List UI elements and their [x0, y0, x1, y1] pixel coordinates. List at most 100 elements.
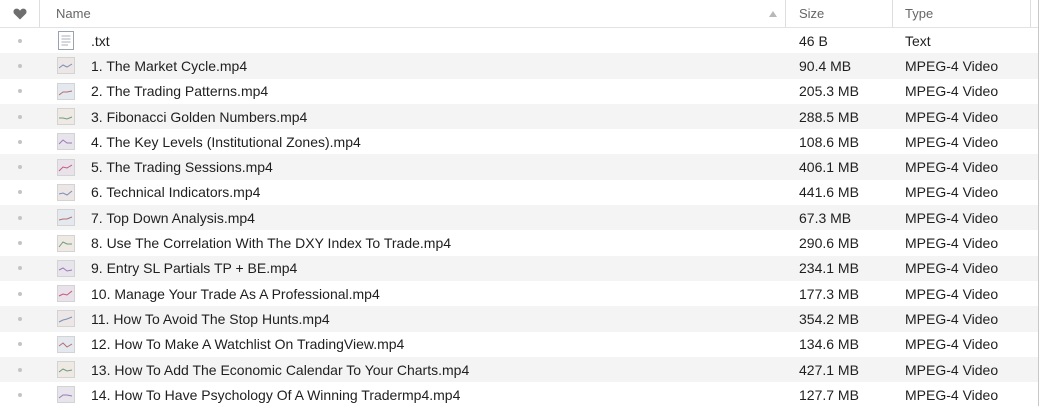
- video-thumbnail-icon: [57, 158, 75, 177]
- file-type-cell: MPEG-4 Video: [893, 79, 1031, 104]
- size-column-header[interactable]: Size: [786, 0, 893, 27]
- file-name-cell[interactable]: 3. Fibonacci Golden Numbers.mp4: [40, 104, 786, 129]
- file-size: 67.3 MB: [799, 209, 852, 226]
- file-row[interactable]: 11. How To Avoid The Stop Hunts.mp4 354.2…: [0, 306, 1038, 332]
- favorite-dot-icon: [18, 316, 22, 321]
- text-file-icon: [57, 31, 75, 51]
- file-type: MPEG-4 Video: [905, 310, 999, 327]
- file-row[interactable]: 3. Fibonacci Golden Numbers.mp4 288.5 MB M…: [0, 103, 1038, 130]
- favorite-toggle[interactable]: [0, 306, 40, 331]
- file-row[interactable]: 9. Entry SL Partials TP + BE.mp4 234.1 MB…: [0, 255, 1038, 281]
- file-row[interactable]: 7. Top Down Analysis.mp4 67.3 MB MPEG-4 Vi…: [0, 205, 1038, 231]
- file-size: 427.1 MB: [799, 361, 859, 378]
- favorite-dot-icon: [18, 89, 22, 94]
- file-size: 46 B: [799, 32, 828, 49]
- favorite-dot-icon: [18, 291, 22, 296]
- name-column-header[interactable]: Name: [40, 0, 786, 27]
- file-row[interactable]: 6. Technical Indicators.mp4 441.6 MB MPEG-…: [0, 180, 1038, 205]
- favorite-toggle[interactable]: [0, 79, 40, 104]
- file-row[interactable]: .txt 46 B Text: [0, 28, 1038, 53]
- favorite-toggle[interactable]: [0, 129, 40, 154]
- file-name-cell[interactable]: 5. The Trading Sessions.mp4: [40, 154, 786, 179]
- size-column-label: Size: [799, 6, 825, 21]
- file-name-cell[interactable]: 14. How To Have Psychology Of A Winning …: [40, 382, 786, 406]
- favorite-toggle[interactable]: [0, 281, 40, 306]
- file-type: Text: [905, 32, 931, 49]
- favorite-toggle[interactable]: [0, 205, 40, 230]
- file-size: 108.6 MB: [799, 133, 859, 150]
- favorite-dot-icon: [18, 367, 22, 372]
- favorite-toggle[interactable]: [0, 332, 40, 357]
- file-name-cell[interactable]: 4. The Key Levels (Institutional Zones).…: [40, 129, 786, 154]
- favorite-dot-icon: [18, 38, 22, 43]
- file-type-cell: MPEG-4 Video: [893, 53, 1031, 78]
- file-name: 12. How To Make A Watchlist On TradingVi…: [91, 336, 405, 353]
- file-size: 134.6 MB: [799, 336, 859, 353]
- file-name-cell[interactable]: 2. The Trading Patterns.mp4: [40, 79, 786, 104]
- file-row[interactable]: 2. The Trading Patterns.mp4 205.3 MB MPEG-…: [0, 79, 1038, 104]
- file-row[interactable]: 14. How To Have Psychology Of A Winning …: [0, 382, 1038, 406]
- favorite-toggle[interactable]: [0, 154, 40, 179]
- file-type: MPEG-4 Video: [905, 209, 999, 226]
- file-name-cell[interactable]: 8. Use The Correlation With The DXY Inde…: [40, 230, 786, 255]
- favorite-column-header[interactable]: [0, 0, 40, 27]
- file-name-cell[interactable]: 9. Entry SL Partials TP + BE.mp4: [40, 256, 786, 281]
- file-name-cell[interactable]: .txt: [40, 28, 786, 53]
- file-row[interactable]: 4. The Key Levels (Institutional Zones).…: [0, 129, 1038, 154]
- favorite-dot-icon: [18, 392, 22, 397]
- file-row[interactable]: 5. The Trading Sessions.mp4 406.1 MB MPEG-…: [0, 154, 1038, 180]
- file-size-cell: 127.7 MB: [786, 382, 893, 406]
- video-thumbnail-icon: [57, 259, 75, 278]
- file-type-cell: MPEG-4 Video: [893, 256, 1031, 281]
- video-thumbnail-icon: [57, 183, 75, 202]
- file-name: 11. How To Avoid The Stop Hunts.mp4: [91, 310, 330, 327]
- file-type: MPEG-4 Video: [905, 361, 999, 378]
- file-size-cell: 67.3 MB: [786, 205, 893, 230]
- favorite-toggle[interactable]: [0, 357, 40, 382]
- file-name-cell[interactable]: 10. Manage Your Trade As A Professional.…: [40, 281, 786, 306]
- file-type-cell: MPEG-4 Video: [893, 332, 1031, 357]
- video-thumbnail-icon: [57, 82, 75, 101]
- favorite-toggle[interactable]: [0, 180, 40, 205]
- favorite-toggle[interactable]: [0, 104, 40, 129]
- video-thumbnail-icon: [57, 234, 75, 253]
- file-row[interactable]: 1. The Market Cycle.mp4 90.4 MB MPEG-4 Vid…: [0, 53, 1038, 79]
- file-type-cell: MPEG-4 Video: [893, 306, 1031, 331]
- file-name: 3. Fibonacci Golden Numbers.mp4: [91, 108, 308, 125]
- file-name-cell[interactable]: 12. How To Make A Watchlist On TradingVi…: [40, 332, 786, 357]
- file-size-cell: 234.1 MB: [786, 256, 893, 281]
- favorite-toggle[interactable]: [0, 230, 40, 255]
- favorite-dot-icon: [18, 114, 22, 119]
- file-type-cell: MPEG-4 Video: [893, 357, 1031, 382]
- favorite-toggle[interactable]: [0, 53, 40, 78]
- file-name-cell[interactable]: 7. Top Down Analysis.mp4: [40, 205, 786, 230]
- file-name-cell[interactable]: 11. How To Avoid The Stop Hunts.mp4: [40, 306, 786, 331]
- file-name-cell[interactable]: 1. The Market Cycle.mp4: [40, 53, 786, 78]
- favorite-dot-icon: [18, 63, 22, 68]
- file-name-cell[interactable]: 6. Technical Indicators.mp4: [40, 180, 786, 205]
- favorite-toggle[interactable]: [0, 28, 40, 53]
- file-name-cell[interactable]: 13. How To Add The Economic Calendar To …: [40, 357, 786, 382]
- favorite-toggle[interactable]: [0, 256, 40, 281]
- file-size-cell: 288.5 MB: [786, 104, 893, 129]
- file-type: MPEG-4 Video: [905, 285, 999, 302]
- type-column-header[interactable]: Type: [893, 0, 1031, 27]
- file-row[interactable]: 12. How To Make A Watchlist On TradingVi…: [0, 332, 1038, 357]
- column-header-row: Name Size Type: [0, 0, 1038, 28]
- video-thumbnail-icon: [57, 309, 75, 328]
- favorite-dot-icon: [18, 266, 22, 271]
- file-row[interactable]: 8. Use The Correlation With The DXY Inde…: [0, 230, 1038, 255]
- file-type: MPEG-4 Video: [905, 235, 999, 252]
- sort-ascending-icon: [769, 11, 777, 17]
- file-name: 14. How To Have Psychology Of A Winning …: [91, 386, 461, 403]
- file-type-cell: MPEG-4 Video: [893, 382, 1031, 406]
- file-row[interactable]: 13. How To Add The Economic Calendar To …: [0, 356, 1038, 383]
- file-size: 288.5 MB: [799, 108, 859, 125]
- type-column-label: Type: [905, 6, 934, 21]
- file-row[interactable]: 10. Manage Your Trade As A Professional.…: [0, 281, 1038, 306]
- file-size-cell: 177.3 MB: [786, 281, 893, 306]
- file-name: 10. Manage Your Trade As A Professional.…: [91, 285, 380, 302]
- file-name: 7. Top Down Analysis.mp4: [91, 209, 255, 226]
- favorite-toggle[interactable]: [0, 382, 40, 406]
- file-size: 441.6 MB: [799, 184, 859, 201]
